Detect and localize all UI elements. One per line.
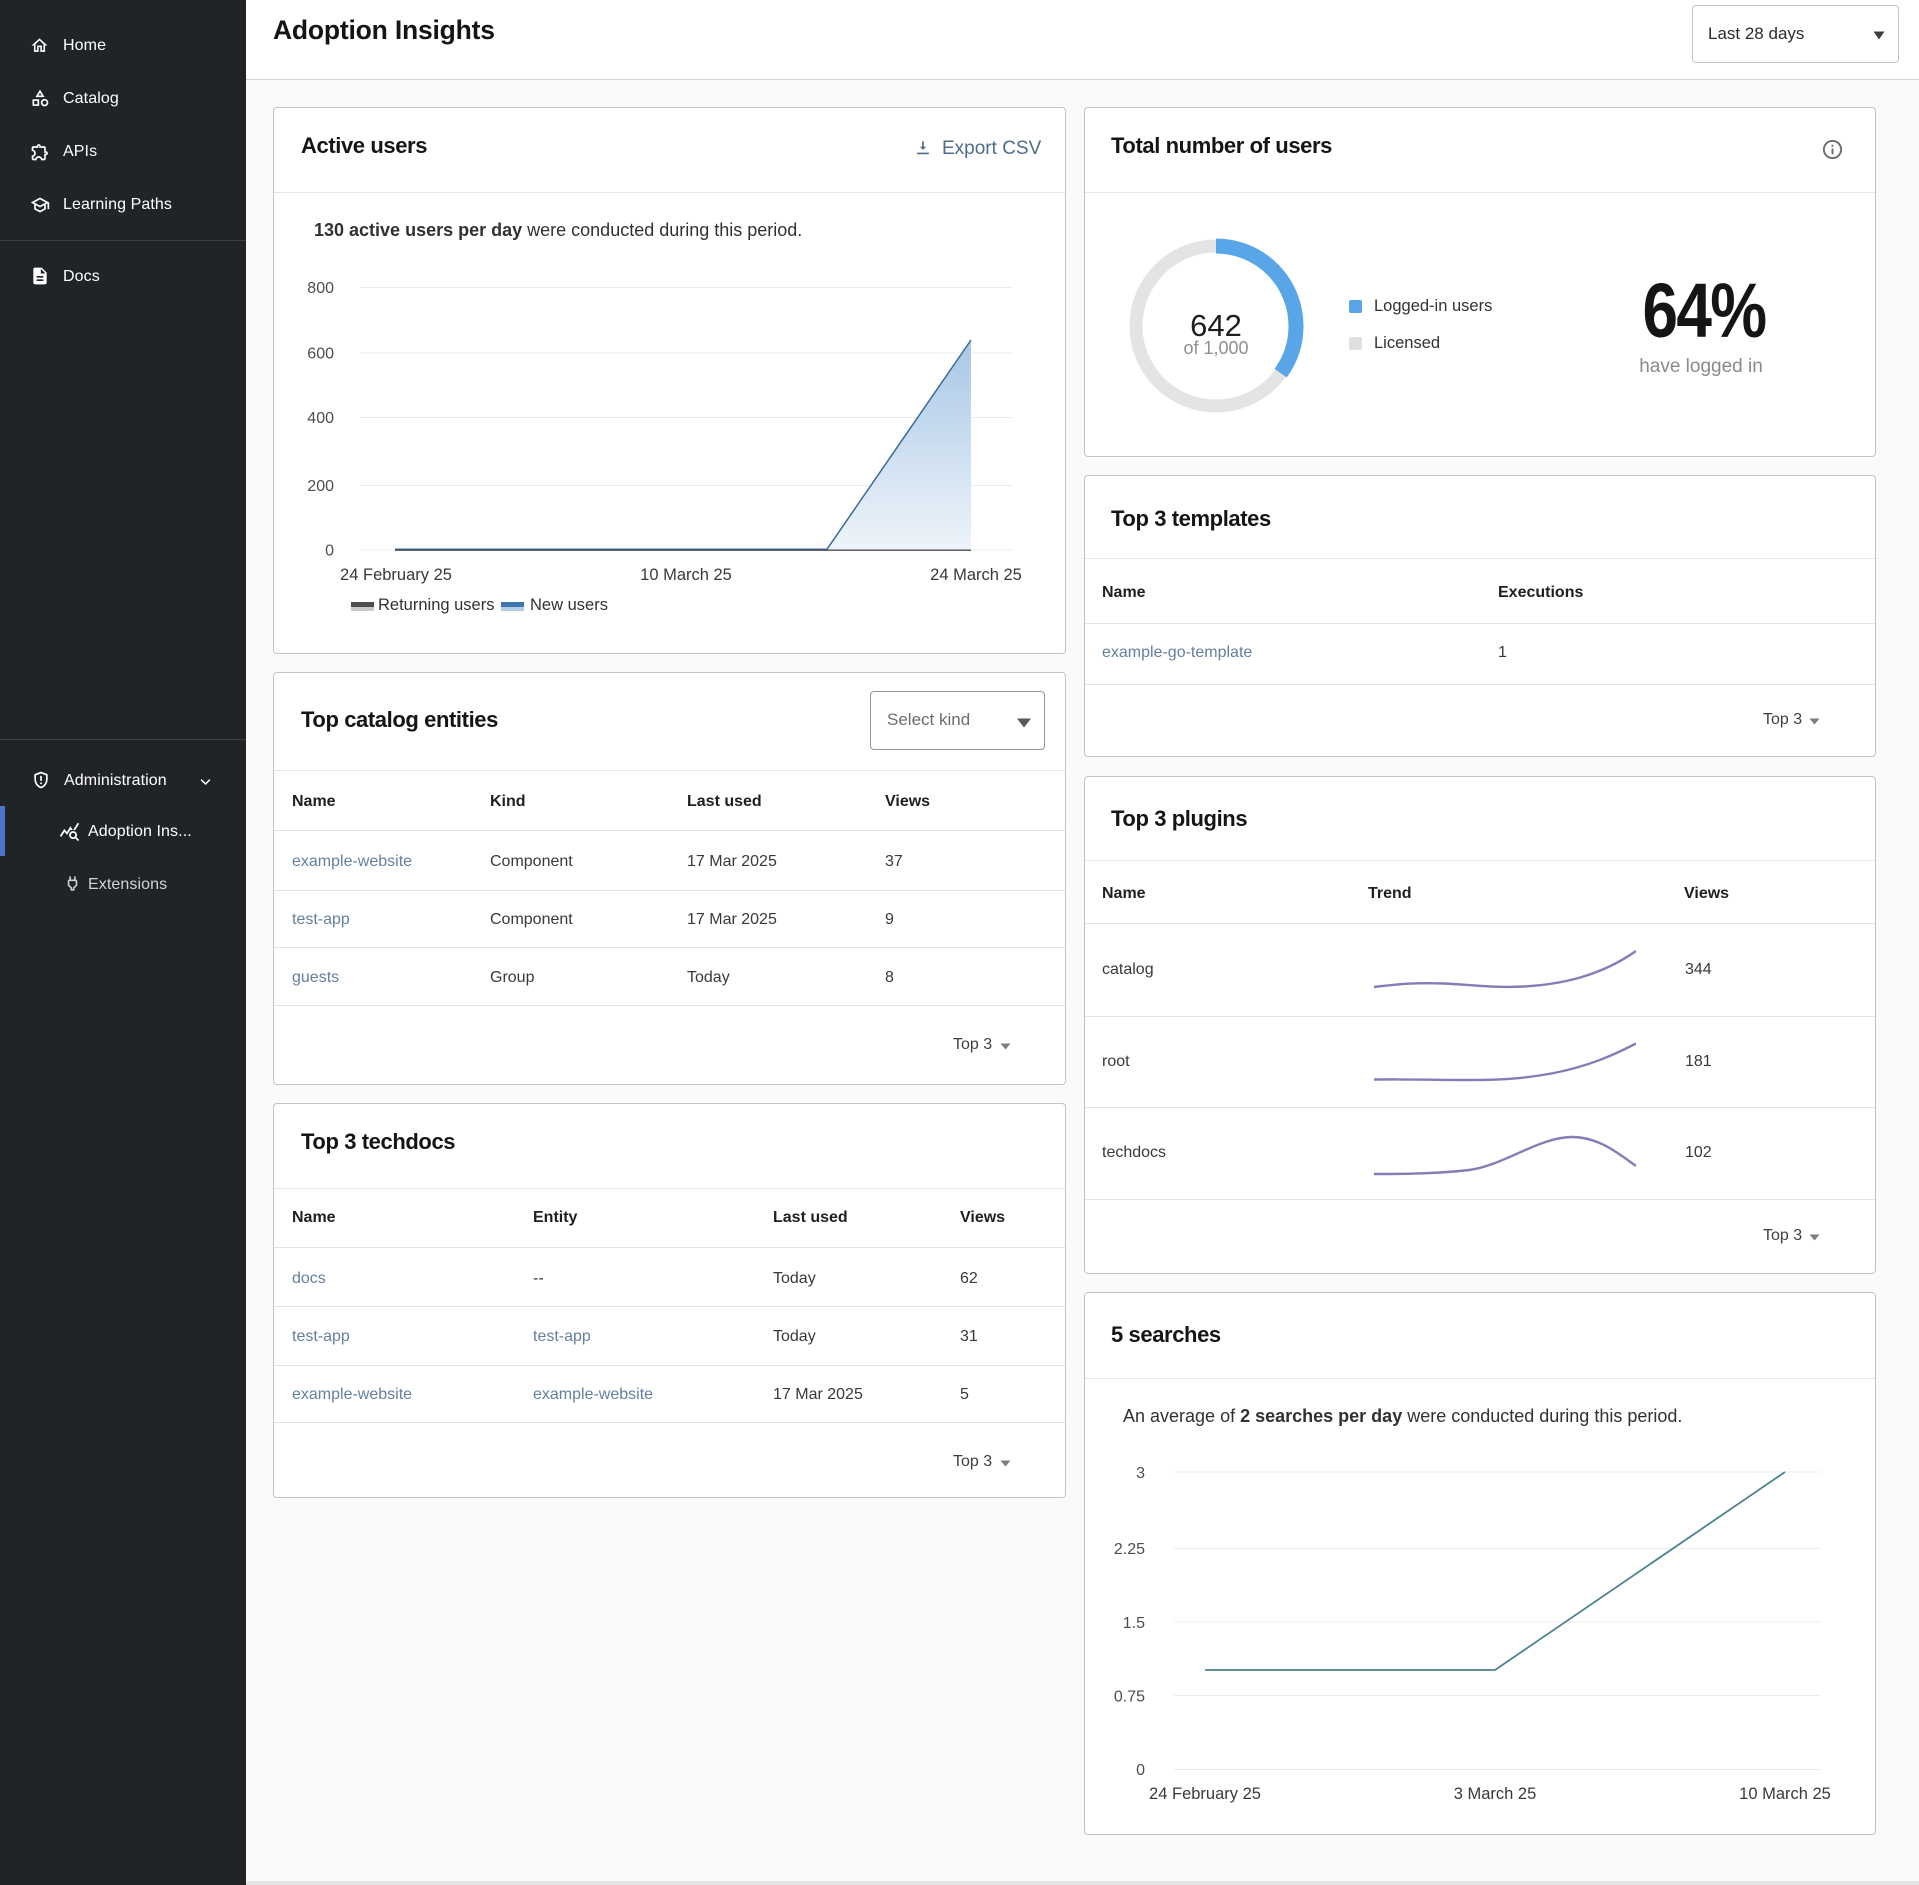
svg-text:0.75: 0.75	[1114, 1689, 1145, 1706]
svg-text:0: 0	[325, 543, 334, 560]
svg-text:3 March 25: 3 March 25	[1454, 1785, 1537, 1803]
svg-text:1.5: 1.5	[1123, 1615, 1145, 1632]
svg-text:24 February 25: 24 February 25	[1149, 1785, 1261, 1803]
svg-text:2.25: 2.25	[1114, 1541, 1145, 1558]
svg-text:3: 3	[1136, 1465, 1145, 1482]
svg-text:24 March 25: 24 March 25	[930, 566, 1022, 584]
svg-text:10 March 25: 10 March 25	[1739, 1785, 1831, 1803]
svg-text:24 February 25: 24 February 25	[340, 566, 452, 584]
svg-text:0: 0	[1136, 1762, 1145, 1779]
svg-text:10 March 25: 10 March 25	[640, 566, 732, 584]
svg-text:200: 200	[307, 478, 334, 495]
svg-text:600: 600	[307, 346, 334, 363]
svg-text:800: 800	[307, 280, 334, 297]
svg-text:400: 400	[307, 410, 334, 427]
